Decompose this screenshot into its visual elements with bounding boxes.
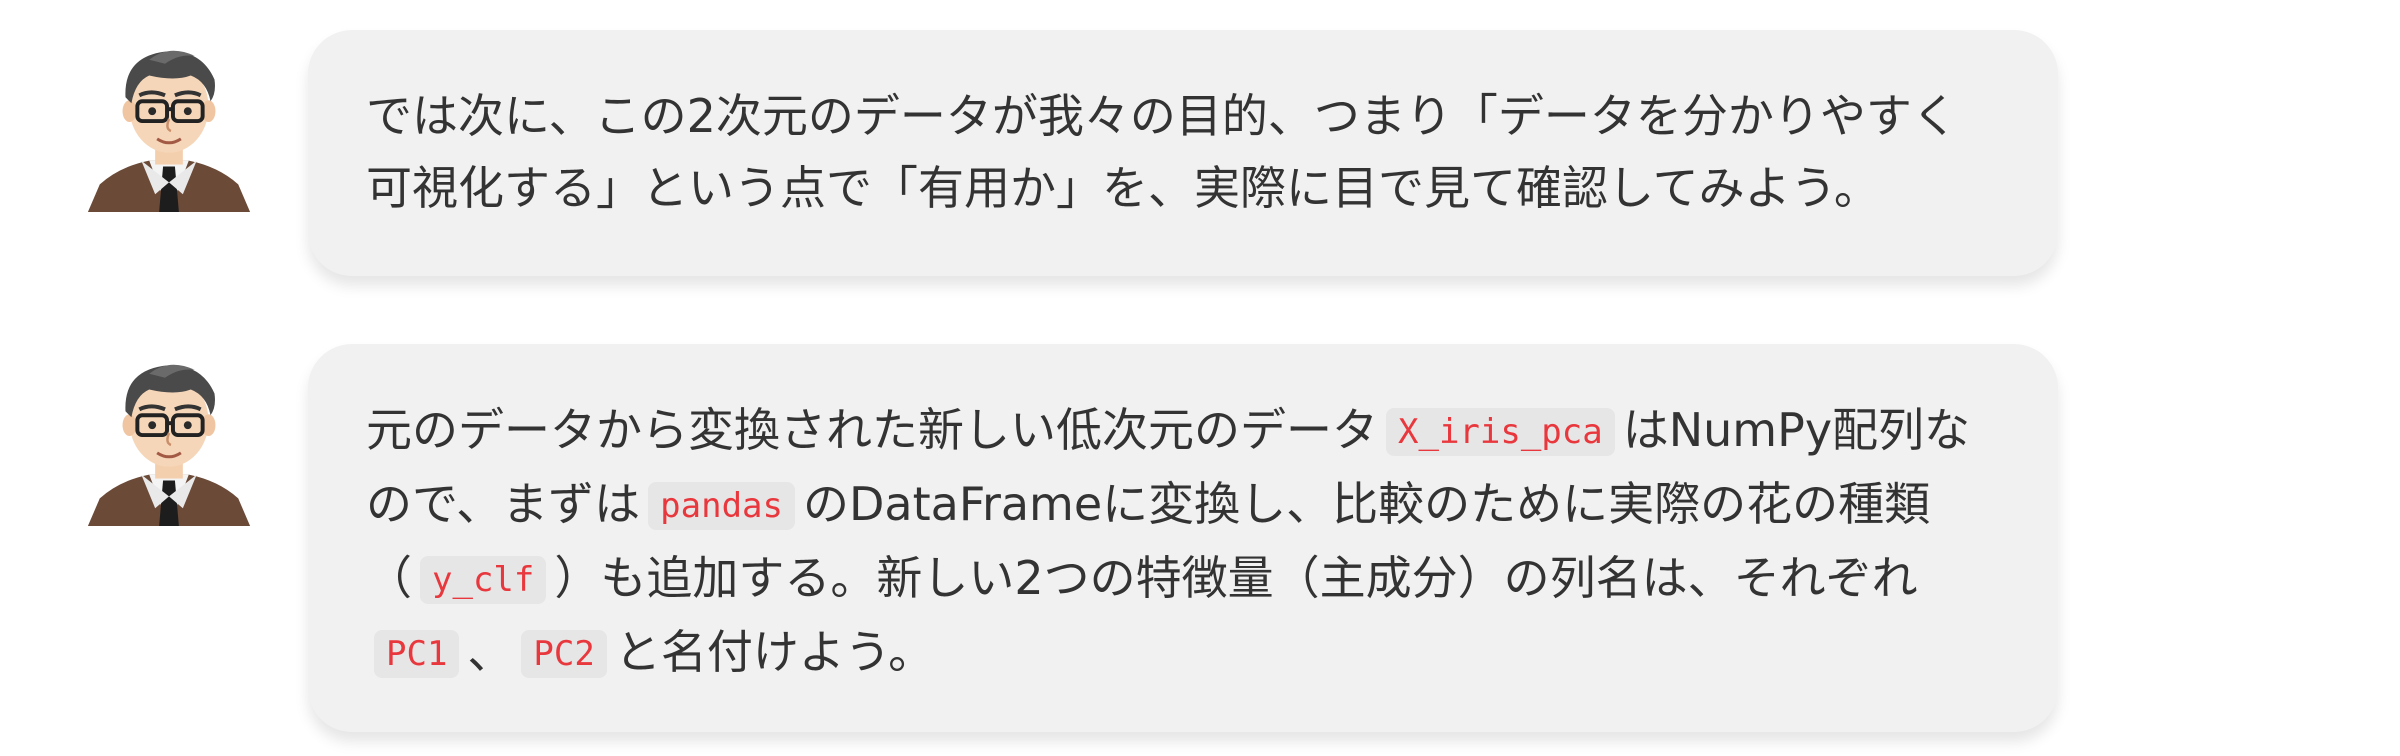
message-text-segment: と名付けよう。: [614, 625, 935, 679]
inline-code: y_clf: [420, 556, 547, 604]
inline-code: PC1: [374, 630, 460, 678]
message-text-segment: では次に、この2次元のデータが我々の目的、つまり「データを分かりやすく可視化する…: [366, 89, 1958, 215]
message-bubble: では次に、この2次元のデータが我々の目的、つまり「データを分かりやすく可視化する…: [308, 30, 2058, 276]
inline-code: PC2: [521, 630, 607, 678]
message-text-segment: 、: [467, 625, 514, 679]
inline-code: X_iris_pca: [1386, 408, 1615, 456]
teacher-avatar-icon-graphic: [87, 364, 251, 527]
message-bubble: 元のデータから変換された新しい低次元のデータ X_iris_pca はNumPy配列…: [308, 344, 2058, 732]
inline-code: pandas: [648, 482, 795, 530]
teacher-avatar-icon: [80, 350, 258, 528]
teacher-avatar-icon-graphic: [87, 50, 251, 213]
message-text-segment: ）も追加する。新しい2つの特徴量（主成分）の列名は、それぞれ: [554, 551, 1918, 605]
message-text: 元のデータから変換された新しい低次元のデータ X_iris_pca はNumPy配列…: [366, 394, 1998, 690]
message-text-segment: 元のデータから変換された新しい低次元のデータ: [366, 403, 1378, 457]
teacher-avatar-icon: [80, 36, 258, 214]
message-text: では次に、この2次元のデータが我々の目的、つまり「データを分かりやすく可視化する…: [366, 80, 1998, 224]
